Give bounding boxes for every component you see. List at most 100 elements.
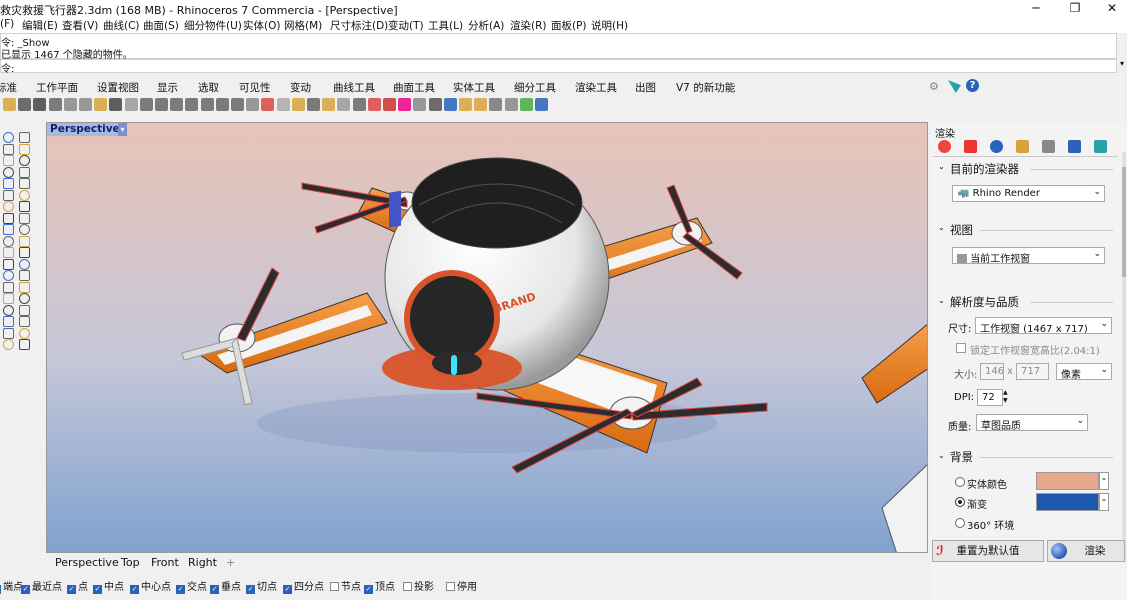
collapse-icon[interactable]: ⌄ <box>938 296 945 305</box>
toolbar-icon[interactable] <box>413 98 427 111</box>
osnap-checkbox[interactable]: ✓ <box>93 585 102 594</box>
osnap-checkbox[interactable]: ✓ <box>176 585 185 594</box>
toolbar-icon[interactable] <box>170 98 184 111</box>
left-tool-icon[interactable] <box>19 304 30 316</box>
left-tool-icon[interactable] <box>3 327 14 339</box>
toolbar-icon[interactable] <box>276 98 290 111</box>
toolbar-icon[interactable] <box>383 98 396 111</box>
left-tool-icon[interactable] <box>3 293 14 304</box>
toolbar-icon[interactable] <box>231 98 244 111</box>
osnap-checkbox[interactable] <box>330 582 339 591</box>
osnap-8[interactable]: ✓ 四分点 <box>283 578 324 594</box>
toolbar-icon[interactable] <box>94 98 108 111</box>
reset-default-button[interactable]: ℐ 重置为默认值 <box>932 540 1044 562</box>
toolbar-icon[interactable] <box>519 98 533 111</box>
left-tool-icon[interactable] <box>3 258 14 270</box>
toolbar-icon[interactable] <box>185 98 199 111</box>
size-select[interactable]: 工作视窗 (1467 x 717) ⌄ <box>975 317 1112 334</box>
help-icon[interactable]: ? <box>966 79 979 92</box>
left-tool-icon[interactable] <box>3 304 14 316</box>
toolbar-tab[interactable]: 设置视图 <box>97 80 139 95</box>
perspective-viewport[interactable]: BRAND <box>46 122 928 553</box>
osnap-7[interactable]: ✓ 切点 <box>246 578 277 594</box>
collapse-icon[interactable]: ⌄ <box>938 223 945 232</box>
toolbar-tab[interactable]: 选取 <box>198 80 219 95</box>
close-button[interactable]: ✕ <box>1089 0 1127 17</box>
toolbar-icon[interactable] <box>535 98 548 111</box>
collapse-icon[interactable]: ⌄ <box>938 451 945 460</box>
panel-tab-icon[interactable] <box>1094 140 1107 153</box>
osnap-checkbox[interactable]: ✓ <box>67 585 76 594</box>
osnap-12[interactable]: 停用 <box>446 578 477 593</box>
panel-tab-icon[interactable] <box>964 140 977 153</box>
menu-item[interactable]: 曲面(S) <box>143 18 179 33</box>
toolbar-tab[interactable]: V7 的新功能 <box>676 80 735 95</box>
left-tool-icon[interactable] <box>3 339 14 350</box>
left-tool-icon[interactable] <box>19 189 30 201</box>
panel-scrollbar[interactable] <box>1122 152 1126 562</box>
menu-item[interactable]: 曲线(C) <box>103 18 140 33</box>
panel-tab-icon[interactable] <box>938 140 951 153</box>
left-tool-icon[interactable] <box>19 132 30 143</box>
toolbar-icon[interactable] <box>474 98 488 111</box>
toolbar-icon[interactable] <box>352 98 366 111</box>
left-tool-icon[interactable] <box>3 270 14 281</box>
toolbar-icon[interactable] <box>261 98 275 111</box>
toolbar-icon[interactable] <box>291 98 305 111</box>
left-tool-icon[interactable] <box>19 327 30 339</box>
menu-item[interactable]: 网格(M) <box>284 18 322 33</box>
toolbar-icon[interactable] <box>489 98 503 111</box>
renderer-select[interactable]: 🦏 Rhino Render ⌄ <box>952 185 1105 202</box>
toolbar-icon[interactable] <box>322 98 336 111</box>
viewport-menu-icon[interactable]: ▾ <box>118 123 127 136</box>
osnap-checkbox[interactable] <box>446 582 455 591</box>
bg-gradient-radio[interactable] <box>955 497 965 507</box>
osnap-10[interactable]: ✓ 顶点 <box>364 578 395 594</box>
toolbar-icon[interactable] <box>428 98 442 111</box>
dpi-input[interactable]: 72 <box>977 389 1003 406</box>
left-tool-icon[interactable] <box>3 281 14 293</box>
osnap-4[interactable]: ✓ 中心点 <box>130 578 171 594</box>
height-input[interactable]: 717 <box>1016 363 1049 380</box>
menu-item[interactable]: (F) <box>0 18 14 30</box>
menu-item[interactable]: 查看(V) <box>62 18 98 33</box>
osnap-11[interactable]: 投影 <box>403 578 434 593</box>
menu-item[interactable]: 尺寸标注(D) <box>330 18 388 33</box>
toolbar-icon[interactable] <box>33 98 47 111</box>
toolbar-icon[interactable] <box>337 98 351 111</box>
viewport-tab[interactable]: Front <box>151 556 179 569</box>
toolbar-icon[interactable] <box>48 98 62 111</box>
osnap-9[interactable]: 节点 <box>330 578 361 593</box>
toolbar-icon[interactable] <box>124 98 138 111</box>
add-viewport-tab-button[interactable]: + <box>226 556 235 569</box>
toolbar-tab[interactable]: 渲染工具 <box>575 80 617 95</box>
toolbar-icon[interactable] <box>63 98 77 111</box>
osnap-checkbox[interactable]: ✓ <box>0 585 1 594</box>
left-tool-icon[interactable] <box>19 178 30 189</box>
osnap-checkbox[interactable]: ✓ <box>210 585 219 594</box>
osnap-1[interactable]: ✓ 最近点 <box>21 578 62 594</box>
toolbar-tab[interactable]: 显示 <box>157 80 178 95</box>
render-button[interactable]: 渲染 <box>1047 540 1125 562</box>
toolbar-icon[interactable] <box>200 98 214 111</box>
osnap-checkbox[interactable] <box>403 582 412 591</box>
width-input[interactable]: 146 <box>980 363 1004 380</box>
menu-item[interactable]: 分析(A) <box>468 18 504 33</box>
menu-item[interactable]: 工具(L) <box>428 18 463 33</box>
left-tool-icon[interactable] <box>19 212 30 224</box>
osnap-3[interactable]: ✓ 中点 <box>93 578 124 594</box>
toolbar-icon[interactable] <box>504 98 518 111</box>
menu-item[interactable]: 实体(O) <box>243 18 280 33</box>
left-tool-icon[interactable] <box>3 143 14 155</box>
menu-item[interactable]: 面板(P) <box>551 18 587 33</box>
chevron-down-icon[interactable]: ⌄ <box>1099 472 1109 490</box>
osnap-checkbox[interactable]: ✓ <box>130 585 139 594</box>
panel-tab-icon[interactable] <box>990 140 1003 153</box>
panel-toggle-icon[interactable] <box>948 80 961 93</box>
left-tool-icon[interactable] <box>19 155 30 166</box>
toolbar-icon[interactable] <box>79 98 92 111</box>
left-tool-icon[interactable] <box>19 293 30 304</box>
toolbar-icon[interactable] <box>307 98 320 111</box>
left-tool-icon[interactable] <box>3 235 14 247</box>
left-tool-icon[interactable] <box>19 281 30 293</box>
